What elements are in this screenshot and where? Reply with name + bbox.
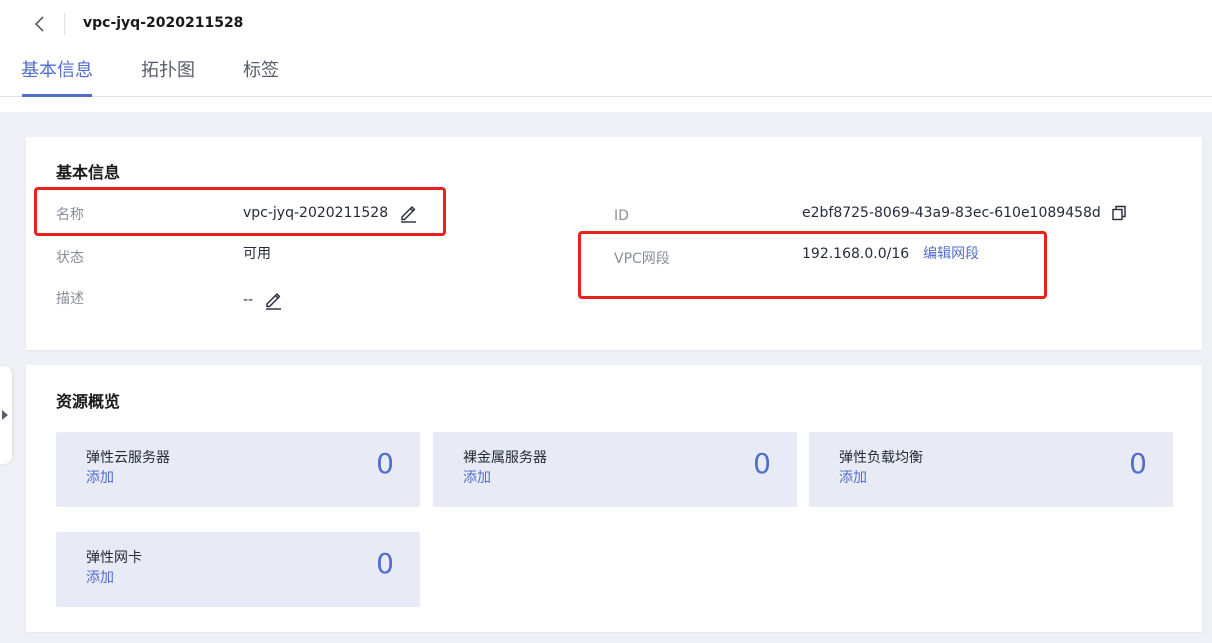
back-button[interactable] — [28, 10, 52, 38]
id-value-row: e2bf8725-8069-43a9-83ec-610e1089458d — [802, 203, 1129, 223]
resource-name: 弹性云服务器 — [86, 450, 170, 466]
top-bar: vpc-jyq-2020211528 基本信息 拓扑图 标签 — [0, 0, 1212, 112]
description-value-row: -- — [243, 290, 283, 310]
active-tab-indicator — [22, 94, 92, 97]
resource-name: 弹性网卡 — [86, 550, 142, 566]
page-title: vpc-jyq-2020211528 — [83, 15, 244, 31]
copy-icon — [1112, 205, 1126, 221]
description-label: 描述 — [56, 291, 84, 307]
add-ecs-link[interactable]: 添加 — [86, 468, 114, 488]
add-eni-link[interactable]: 添加 — [86, 568, 114, 588]
resource-tile-ecs: 弹性云服务器 添加 0 — [56, 432, 420, 507]
resource-tile-bms: 裸金属服务器 添加 0 — [433, 432, 797, 507]
tab-tags[interactable]: 标签 — [243, 58, 279, 84]
description-value: -- — [243, 292, 254, 308]
resource-name: 弹性负载均衡 — [839, 450, 923, 466]
tab-topology[interactable]: 拓扑图 — [141, 58, 195, 84]
resource-name: 裸金属服务器 — [463, 450, 547, 466]
pencil-icon — [266, 293, 282, 310]
id-value: e2bf8725-8069-43a9-83ec-610e1089458d — [802, 205, 1101, 221]
resource-count[interactable]: 0 — [376, 446, 394, 482]
title-divider — [64, 13, 65, 35]
chevron-left-icon — [34, 16, 44, 32]
resource-count[interactable]: 0 — [753, 446, 771, 482]
tab-basic-info[interactable]: 基本信息 — [21, 58, 93, 84]
basic-info-card: 基本信息 名称 vpc-jyq-2020211528 状态 可用 描述 -- I… — [26, 137, 1202, 350]
resource-count[interactable]: 0 — [376, 546, 394, 582]
add-elb-link[interactable]: 添加 — [839, 468, 867, 488]
caret-right-icon — [2, 410, 8, 420]
resource-tile-eni: 弹性网卡 添加 0 — [56, 532, 420, 607]
id-label: ID — [614, 208, 629, 224]
tab-bar: 基本信息 拓扑图 标签 — [0, 56, 1212, 97]
status-label: 状态 — [56, 250, 84, 266]
resource-overview-title: 资源概览 — [56, 392, 121, 411]
resource-tile-elb: 弹性负载均衡 添加 0 — [809, 432, 1173, 507]
resource-count[interactable]: 0 — [1129, 446, 1147, 482]
add-bms-link[interactable]: 添加 — [463, 468, 491, 488]
side-panel-toggle[interactable] — [0, 366, 12, 464]
edit-description-button[interactable] — [263, 290, 283, 310]
highlight-box-name — [34, 187, 446, 236]
resource-overview-card: 资源概览 弹性云服务器 添加 0 裸金属服务器 添加 0 弹性负载均衡 添加 0… — [26, 365, 1202, 632]
status-value: 可用 — [243, 246, 271, 262]
highlight-box-cidr — [578, 231, 1047, 299]
copy-id-button[interactable] — [1109, 203, 1129, 223]
basic-info-title: 基本信息 — [56, 163, 121, 182]
